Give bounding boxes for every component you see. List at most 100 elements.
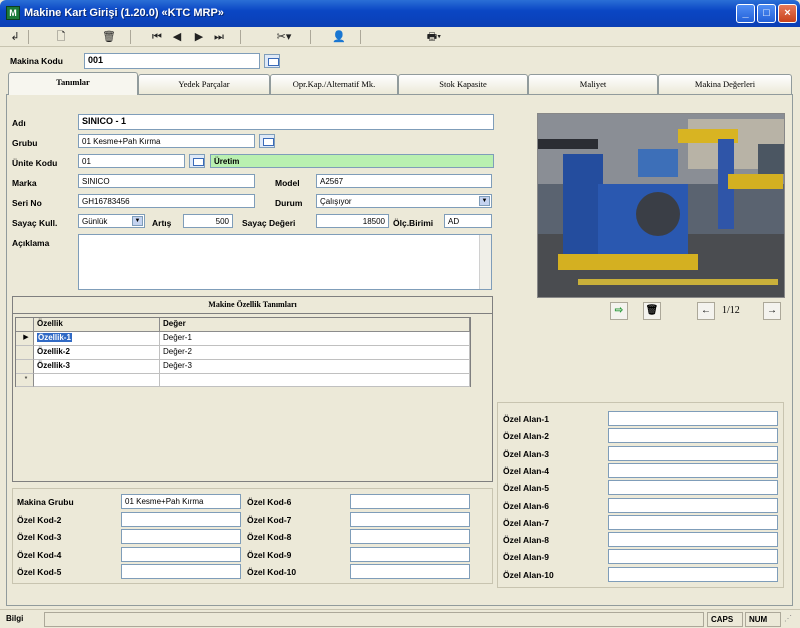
minimize-button[interactable]: _ [736, 4, 755, 23]
group-input[interactable]: 01 Kesme+Pah Kırma [78, 134, 255, 148]
first-record-icon[interactable]: ⏮ [148, 29, 166, 45]
special-field-input[interactable] [608, 549, 778, 565]
counter-value-input[interactable]: 18500 [316, 214, 389, 228]
unit-description: Üretim [210, 154, 494, 168]
grid-cell-property[interactable]: Özellik-1 [37, 333, 72, 342]
code-input[interactable] [121, 546, 241, 562]
unit-measure-label: Ölç.Birimi [393, 218, 434, 228]
maximize-button[interactable]: □ [757, 4, 776, 23]
special-field-input[interactable] [608, 480, 778, 496]
grid-cell-value[interactable]: Değer-3 [160, 360, 470, 374]
machine-photo [537, 113, 785, 298]
chevron-down-icon[interactable]: ▼ [132, 216, 143, 226]
window-title: Makine Kart Girişi (1.20.0) «KTC MRP» [24, 7, 224, 19]
special-field-label: Özel Alan-1 [503, 414, 549, 424]
special-field-input[interactable] [608, 497, 778, 513]
special-field-input[interactable] [608, 532, 778, 548]
special-field-input[interactable] [608, 445, 778, 461]
column-header-value[interactable]: Değer [160, 318, 470, 332]
increase-input[interactable]: 500 [183, 214, 233, 228]
serial-label: Seri No [12, 198, 42, 208]
code-input[interactable] [350, 546, 470, 562]
special-field-input[interactable] [608, 566, 778, 582]
grid-cell-value[interactable]: Değer-2 [160, 346, 470, 360]
grid-cell-new[interactable] [160, 374, 470, 387]
code-input[interactable] [350, 511, 470, 527]
next-record-icon[interactable]: ▶ [190, 29, 208, 45]
tab-stok-kapasite[interactable]: Stok Kapasite [398, 74, 528, 94]
special-field-label: Özel Alan-7 [503, 517, 549, 528]
column-header-property[interactable]: Özellik [34, 318, 160, 332]
grid-corner [16, 318, 34, 332]
special-field-input[interactable] [608, 428, 778, 444]
tab-tanimlar[interactable]: Tanımlar [8, 72, 138, 95]
row-indicator[interactable] [16, 360, 34, 374]
print-icon[interactable]: 🖶▾ [420, 29, 448, 45]
code-input[interactable] [121, 564, 241, 579]
tab-opr-kap[interactable]: Opr.Kap./Alternatif Mk. [270, 74, 398, 94]
code-input[interactable] [350, 529, 470, 544]
table-row[interactable]: Özellik-1 [34, 332, 160, 346]
machine-code-lookup-button[interactable] [264, 54, 280, 68]
previous-photo-button[interactable]: ← [697, 302, 715, 320]
code-input[interactable] [121, 511, 241, 527]
serial-input[interactable]: GH16783456 [78, 194, 255, 208]
unit-measure-input[interactable]: AD [444, 214, 492, 228]
tools-icon[interactable]: ✂▾ [270, 29, 298, 45]
toolbar-separator [310, 30, 311, 44]
chevron-down-icon[interactable]: ▼ [479, 196, 490, 206]
delete-photo-button[interactable]: 🗑 [643, 302, 661, 320]
counter-usage-select[interactable]: Günlük ▼ [78, 214, 145, 228]
brand-input[interactable]: SINICO [78, 174, 255, 188]
machine-code-input[interactable]: 001 [84, 53, 260, 69]
code-input[interactable]: 01 Kesme+Pah Kırma [121, 494, 241, 509]
next-photo-button[interactable]: → [763, 302, 781, 320]
close-button[interactable]: × [778, 4, 797, 23]
description-textarea[interactable] [78, 234, 492, 290]
new-row-indicator[interactable]: * [16, 374, 34, 387]
special-field-input[interactable] [608, 462, 778, 478]
tab-makina-degerleri[interactable]: Makina Değerleri [658, 74, 792, 94]
new-document-icon[interactable]: 🗋 [52, 29, 70, 45]
code-label: Özel Kod-3 [17, 532, 62, 542]
special-field-input[interactable] [608, 411, 778, 426]
code-input[interactable] [350, 564, 470, 579]
code-input[interactable] [350, 494, 470, 509]
code-input[interactable] [121, 529, 241, 544]
code-label: Özel Kod-2 [17, 514, 62, 525]
unit-code-label: Ünite Kodu [12, 158, 58, 168]
group-lookup-button[interactable] [259, 134, 275, 148]
name-input[interactable]: SINICO - 1 [78, 114, 494, 130]
row-indicator-current[interactable]: ▶ [16, 332, 34, 346]
description-scrollbar[interactable] [479, 235, 491, 289]
delete-icon[interactable]: 🗑 [100, 29, 118, 45]
counter-usage-value: Günlük [82, 217, 108, 226]
toolbar-separator [360, 30, 361, 44]
add-photo-button[interactable]: ⇨ [610, 302, 628, 320]
group-label: Grubu [12, 138, 38, 148]
unit-code-lookup-button[interactable] [189, 154, 205, 168]
tab-maliyet[interactable]: Maliyet [528, 74, 658, 94]
toolbar: ↲ 🗋 🗑 ⏮ ◀ ▶ ⏭ ✂▾ 👤 🖶▾ [0, 27, 800, 47]
user-icon[interactable]: 👤 [330, 29, 348, 45]
status-message [44, 612, 704, 627]
special-field-label: Özel Alan-8 [503, 535, 549, 546]
tab-yedek-parcalar[interactable]: Yedek Parçalar [138, 74, 270, 94]
grid-cell-property[interactable]: Özellik-3 [34, 360, 160, 374]
toolbar-separator [28, 30, 29, 44]
code-label: Özel Kod-7 [247, 514, 292, 525]
status-bar: Bilgi CAPS NUM ⋰ [0, 609, 800, 628]
model-input[interactable]: A2567 [316, 174, 492, 188]
save-icon[interactable]: ↲ [6, 29, 24, 45]
grid-cell-new[interactable] [34, 374, 160, 387]
special-field-input[interactable] [608, 514, 778, 530]
status-select[interactable]: Çalışıyor ▼ [316, 194, 492, 208]
grid-cell-property[interactable]: Özellik-2 [34, 346, 160, 360]
previous-record-icon[interactable]: ◀ [168, 29, 186, 45]
unit-code-input[interactable]: 01 [78, 154, 185, 168]
last-record-icon[interactable]: ⏭ [210, 29, 228, 45]
resize-grip[interactable]: ⋰ [784, 614, 796, 626]
properties-grid[interactable]: Özellik Değer ▶ Özellik-1 Değer-1 Özelli… [15, 317, 471, 387]
row-indicator[interactable] [16, 346, 34, 360]
grid-cell-value[interactable]: Değer-1 [160, 332, 470, 346]
